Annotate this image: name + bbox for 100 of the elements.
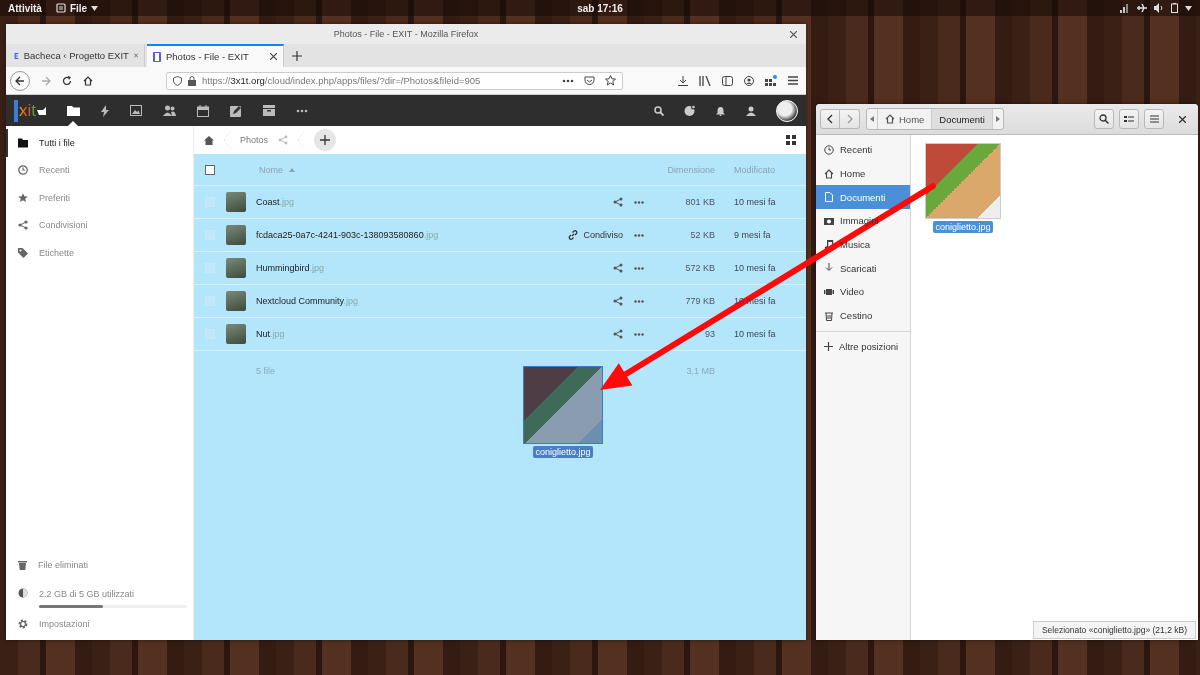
- dragged-photo-placeholder[interactable]: [523, 366, 603, 444]
- plus-icon: [292, 50, 302, 61]
- home-icon[interactable]: [83, 75, 93, 86]
- menu-icon: [1149, 115, 1159, 123]
- deleted-files-link[interactable]: File eliminati: [6, 551, 193, 579]
- shared-link[interactable]: Condiviso: [568, 230, 623, 240]
- pocket-icon[interactable]: [584, 75, 595, 86]
- trash-icon: [18, 559, 27, 570]
- document-icon: [824, 192, 834, 203]
- close-icon[interactable]: [270, 53, 277, 60]
- share-icon[interactable]: [613, 197, 623, 207]
- download-icon: [824, 263, 834, 274]
- settings-icon: [18, 619, 28, 630]
- browser-tab[interactable]: Photos - File - EXIT: [147, 44, 284, 67]
- activities-button[interactable]: Attività: [8, 2, 42, 14]
- modified-date: 9 mesi fa: [734, 230, 771, 240]
- address-bar[interactable]: https://3x1t.org/cloud/index.php/apps/files/?dir=/Photos&fileid=905: [166, 71, 623, 90]
- places-item[interactable]: Cestino: [816, 303, 910, 328]
- avatar[interactable]: [776, 99, 798, 122]
- photo-thumbnail: [226, 324, 246, 344]
- home-icon: [824, 168, 834, 179]
- file-name[interactable]: Hummingbird.jpg: [256, 263, 553, 273]
- app-icon: [55, 3, 66, 13]
- close-icon[interactable]: [1179, 115, 1186, 123]
- grid-view-icon[interactable]: [786, 135, 796, 145]
- menu-button[interactable]: [1144, 109, 1164, 129]
- menu-icon[interactable]: [788, 76, 798, 85]
- modified-date: 10 mesi fa: [734, 329, 776, 339]
- places-item[interactable]: Video: [816, 280, 910, 304]
- activity-icon[interactable]: [684, 105, 696, 116]
- more-icon[interactable]: [634, 266, 644, 270]
- sidebar-icon[interactable]: [722, 75, 733, 86]
- extensions-icon[interactable]: [765, 75, 777, 86]
- close-icon[interactable]: [790, 31, 797, 38]
- places-item[interactable]: Musica: [816, 232, 910, 257]
- sidebar-item[interactable]: Etichette: [6, 239, 193, 267]
- dragged-file-name[interactable]: coniglietto.jpg: [533, 446, 593, 458]
- total-size: 3,1 MB: [685, 366, 715, 376]
- file-size: 801 KB: [684, 197, 715, 207]
- logo[interactable]: xit: [14, 99, 47, 122]
- more-icon[interactable]: [634, 332, 644, 336]
- folder-icon: [18, 137, 28, 148]
- quota-icon: [18, 587, 28, 598]
- shield-icon[interactable]: [173, 75, 182, 86]
- edit-icon[interactable]: [230, 104, 242, 117]
- breadcrumb-link[interactable]: Photos: [240, 135, 269, 145]
- contacts-icon[interactable]: [745, 105, 756, 116]
- home-icon[interactable]: [204, 135, 214, 145]
- more-icon[interactable]: [296, 108, 308, 113]
- airplane-icon[interactable]: [1137, 3, 1147, 13]
- add-button[interactable]: [314, 129, 337, 151]
- other-locations-item[interactable]: Altre posizioni: [816, 334, 910, 359]
- photo-thumbnail: [226, 258, 246, 278]
- bell-icon[interactable]: [716, 105, 725, 116]
- file-name[interactable]: Nextcloud Community.jpg: [256, 296, 553, 306]
- photo-placeholder[interactable]: [925, 143, 1001, 219]
- view-options-button[interactable]: [1119, 109, 1139, 129]
- network-icon[interactable]: [1120, 3, 1130, 13]
- download-icon[interactable]: [678, 75, 688, 86]
- sidebar-item[interactable]: Recenti: [6, 156, 193, 184]
- reload-icon[interactable]: [62, 75, 72, 86]
- caret-icon[interactable]: [1185, 5, 1192, 11]
- sidebar-item[interactable]: Preferiti: [6, 184, 193, 212]
- image-icon[interactable]: [130, 105, 142, 116]
- places-item[interactable]: Home: [816, 161, 910, 186]
- triangle-right-icon: [995, 116, 1000, 122]
- window-title: Photos - File - EXIT - Mozilla Firefox: [333, 29, 479, 39]
- tag-icon: [18, 247, 28, 258]
- file-name[interactable]: Coast.jpg: [256, 197, 553, 207]
- more-icon[interactable]: [634, 299, 644, 303]
- path-button[interactable]: Documenti: [931, 109, 993, 129]
- share-icon[interactable]: [613, 296, 623, 306]
- share-icon[interactable]: [613, 263, 623, 273]
- search-icon[interactable]: [654, 105, 664, 116]
- folder-icon[interactable]: [67, 105, 80, 116]
- library-icon[interactable]: [699, 75, 711, 86]
- share-icon[interactable]: [613, 329, 623, 339]
- places-item[interactable]: Recenti: [816, 138, 910, 162]
- lightning-icon[interactable]: [101, 104, 109, 117]
- calendar-icon[interactable]: [197, 104, 209, 117]
- star-icon[interactable]: [605, 75, 616, 86]
- app-menu[interactable]: File: [55, 2, 99, 14]
- url-text: https://3x1t.org/cloud/index.php/apps/files/?dir=/Photos&fileid=905: [202, 75, 481, 86]
- sidebar-item[interactable]: Condivisioni: [6, 211, 193, 239]
- volume-icon[interactable]: [1154, 3, 1164, 13]
- select-all-checkbox[interactable]: [205, 164, 215, 175]
- more-icon[interactable]: [634, 233, 644, 237]
- battery-icon[interactable]: [1171, 3, 1178, 13]
- more-icon[interactable]: [634, 200, 644, 204]
- account-icon[interactable]: [744, 75, 754, 86]
- more-icon[interactable]: [562, 78, 574, 83]
- file-name[interactable]: fcdaca25-0a7c-4241-903c-138093580860.jpg: [256, 230, 553, 240]
- archive-icon[interactable]: [263, 105, 275, 116]
- file-name[interactable]: Nut.jpg: [256, 329, 553, 339]
- clock[interactable]: sab 17:16: [577, 2, 623, 14]
- places-item[interactable]: Scaricati: [816, 256, 910, 281]
- contacts-icon[interactable]: [163, 105, 176, 116]
- search-button[interactable]: [1094, 109, 1114, 129]
- settings-link[interactable]: Impostazioni: [6, 610, 193, 638]
- music-note-icon: [824, 239, 834, 250]
